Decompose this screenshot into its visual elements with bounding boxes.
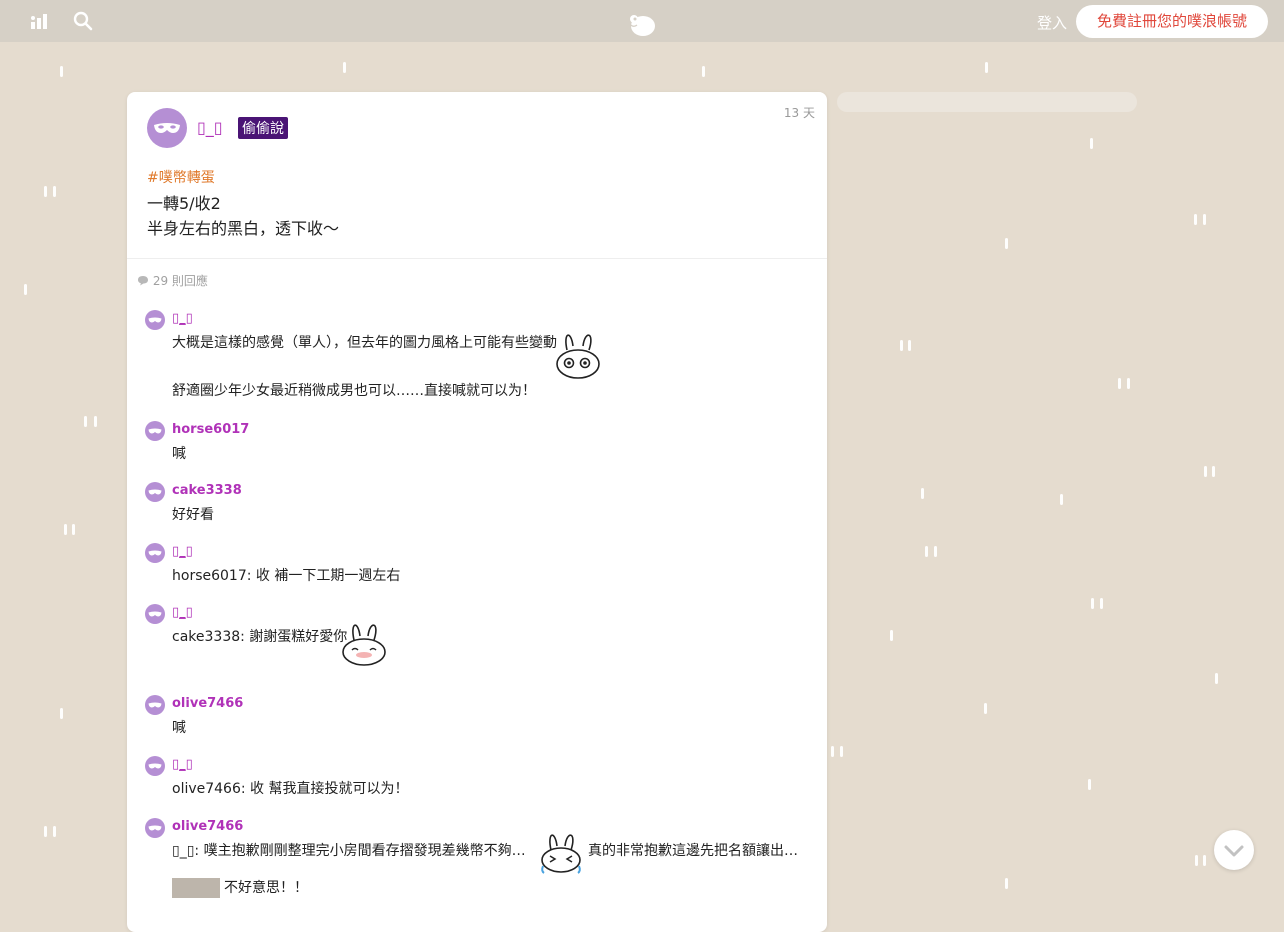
anon-badge: 偷偷說 (238, 117, 288, 139)
login-link[interactable]: 登入 (1037, 12, 1067, 33)
divider (127, 258, 827, 259)
plurk-card: ▯_▯ 偷偷說 13 天 #噗幣轉蛋 一轉5/收2 半身左右的黑白，透下收～ 2… (127, 92, 827, 932)
avatar[interactable] (145, 604, 165, 624)
response-author[interactable]: ▯_▯ (172, 757, 193, 772)
avatar[interactable] (147, 108, 187, 148)
post-content: #噗幣轉蛋 一轉5/收2 半身左右的黑白，透下收～ (147, 164, 787, 241)
chevron-down-icon (1224, 845, 1244, 857)
plurk-logo[interactable] (626, 10, 658, 42)
response-author[interactable]: olive7466 (172, 696, 243, 711)
avatar[interactable] (145, 421, 165, 441)
response-text: 喊 (172, 720, 186, 736)
post-author[interactable]: ▯_▯ (197, 118, 223, 137)
avatar[interactable] (145, 310, 165, 330)
post-time[interactable]: 13 天 (784, 104, 815, 121)
response-text: horse6017: 收 補一下工期一週左右 (172, 568, 401, 584)
avatar[interactable] (145, 695, 165, 715)
response-count: 29 則回應 (137, 272, 208, 289)
response-text: 喊 (172, 446, 186, 462)
hashtag-link[interactable]: #噗幣轉蛋 (147, 170, 215, 186)
response-count-label: 29 則回應 (152, 274, 208, 288)
thumbnail-image[interactable] (172, 878, 220, 898)
response-text: 好好看 (172, 507, 214, 523)
bunny-emoticon (555, 328, 601, 384)
response-text: ▯_▯: 噗主抱歉剛剛整理完小房間看存摺發現差幾幣不夠… (172, 843, 526, 859)
avatar[interactable] (145, 482, 165, 502)
post-line: 一轉5/收2 (147, 194, 221, 213)
speech-bubble-icon (138, 276, 148, 286)
sidebar-placeholder (837, 92, 1137, 112)
response-author[interactable]: ▯_▯ (172, 605, 193, 620)
response-author[interactable]: ▯_▯ (172, 311, 193, 326)
avatar[interactable] (145, 756, 165, 776)
response-text: 大概是這樣的感覺（單人），但去年的圖力風格上可能有些變動 (172, 335, 557, 351)
response-author[interactable]: cake3338 (172, 483, 242, 498)
response-author[interactable]: horse6017 (172, 422, 249, 437)
response-text: 真的非常抱歉這邊先把名額讓出… (588, 843, 798, 859)
response-text-line: 不好意思！！ (224, 880, 308, 896)
signup-button[interactable]: 免費註冊您的噗浪帳號 (1076, 5, 1268, 38)
stats-icon[interactable] (30, 12, 50, 34)
top-bar: 登入 免費註冊您的噗浪帳號 (0, 0, 1284, 42)
avatar[interactable] (145, 818, 165, 838)
response-text: olive7466: 收 幫我直接投就可以为！ (172, 781, 409, 797)
response-author[interactable]: ▯_▯ (172, 544, 193, 559)
post-line: 半身左右的黑白，透下收～ (147, 219, 340, 238)
response-text: 不好意思！！ (172, 877, 308, 898)
response-author[interactable]: olive7466 (172, 819, 243, 834)
search-icon[interactable] (73, 11, 93, 35)
bunny-crying-emoticon (537, 830, 585, 880)
bunny-blush-emoticon (340, 618, 388, 672)
response-text: 舒適圈少年少女最近稍微成男也可以……直接喊就可以为！ (172, 383, 536, 399)
scroll-down-button[interactable] (1214, 830, 1254, 870)
response-text: cake3338: 謝謝蛋糕好愛你 (172, 629, 348, 645)
avatar[interactable] (145, 543, 165, 563)
